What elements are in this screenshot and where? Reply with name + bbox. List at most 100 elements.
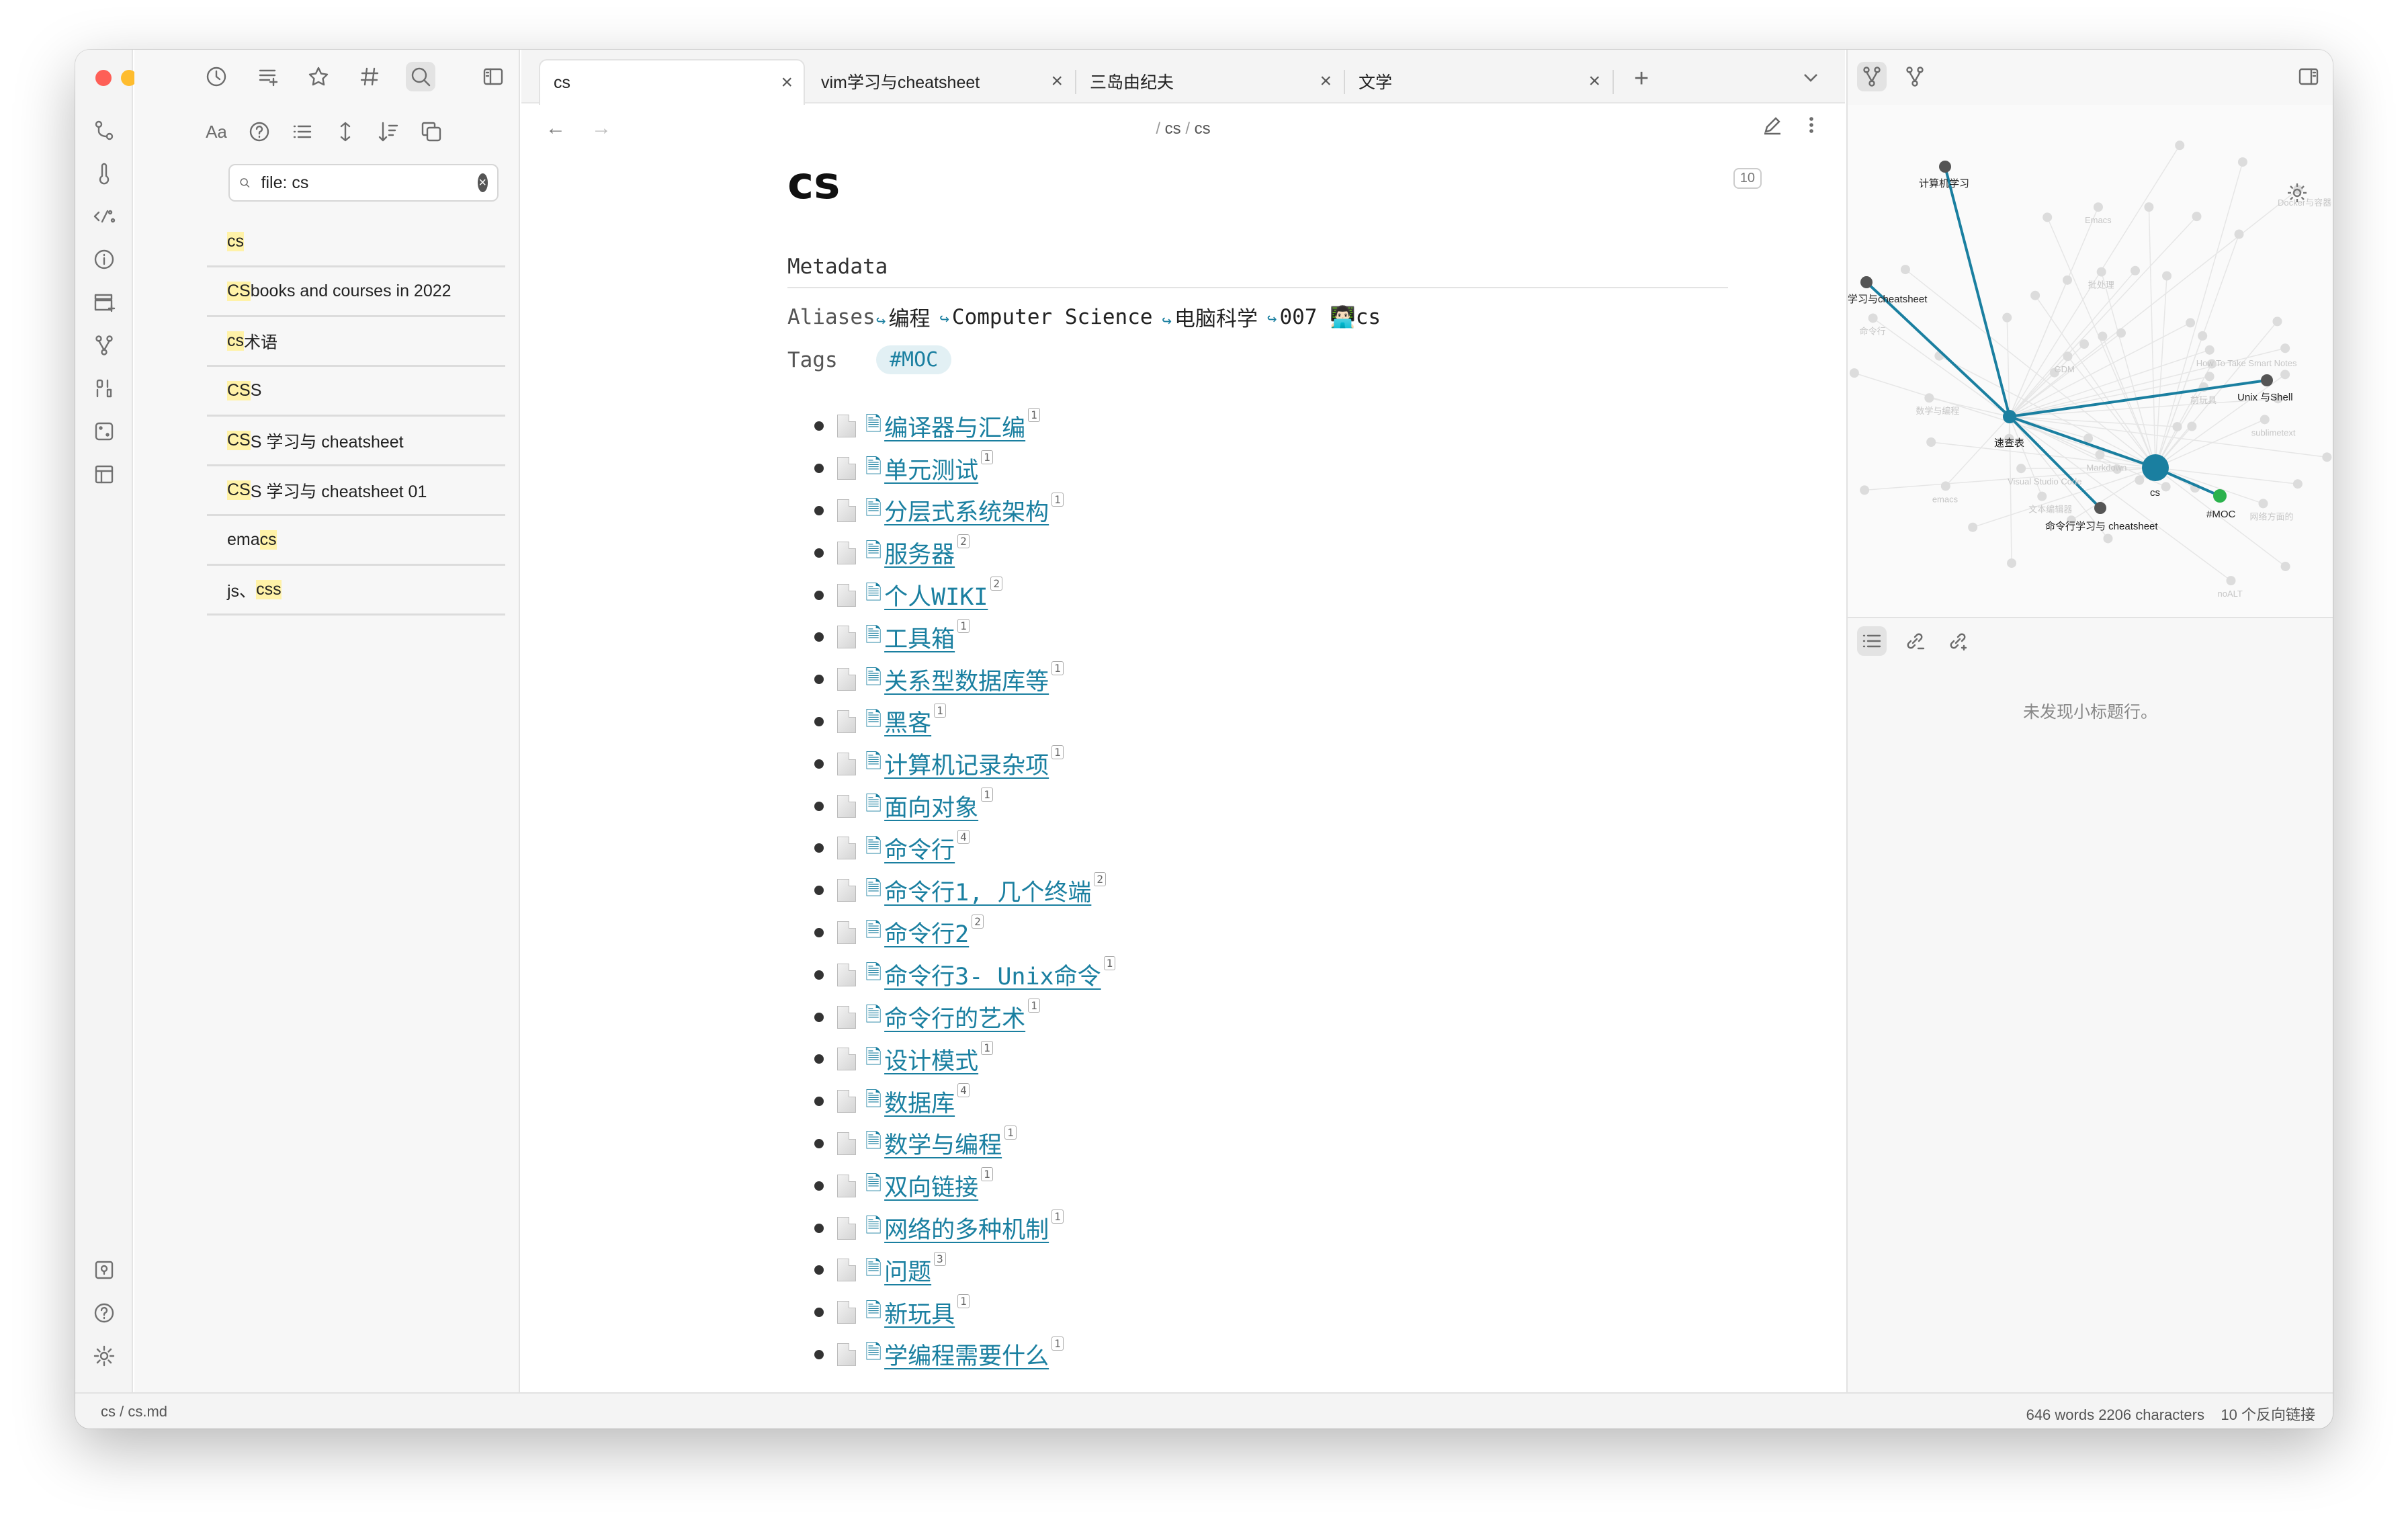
breadcrumb-file[interactable]: cs — [1195, 120, 1211, 138]
info-icon[interactable] — [91, 246, 118, 273]
graph-node-faint[interactable] — [1900, 265, 1910, 275]
alias-link[interactable]: ↪ Computer Science — [939, 305, 1152, 329]
tab-mishima[interactable]: 三岛由纪夫 × — [1076, 59, 1342, 103]
recent-list-tab[interactable] — [253, 62, 282, 91]
internal-link[interactable]: 命令行1, 几个终端 — [884, 874, 1091, 908]
alias-link[interactable]: ↪ 007 👨🏻‍💻cs — [1267, 304, 1381, 329]
graph-node-faint[interactable] — [2103, 534, 2113, 544]
close-tab-icon[interactable]: × — [781, 71, 793, 94]
local-graph-tab[interactable] — [1857, 62, 1887, 91]
internal-link[interactable]: 数学与编程 — [884, 1126, 1002, 1160]
tags-tab[interactable] — [355, 62, 384, 91]
tab-cs[interactable]: cs × — [539, 59, 805, 105]
graph-node-faint[interactable] — [1849, 368, 1859, 378]
internal-link[interactable]: 分层式系统架构 — [884, 493, 1049, 527]
graph-node[interactable] — [1939, 161, 1951, 173]
search-input[interactable] — [261, 173, 478, 193]
search-result[interactable]: cs 术语 — [207, 317, 505, 367]
show-more-context-toggle[interactable] — [331, 117, 360, 146]
graph-node-faint[interactable] — [2292, 479, 2303, 489]
close-tab-icon[interactable]: × — [1320, 70, 1332, 93]
graph-node-faint[interactable] — [2258, 499, 2268, 509]
match-case-toggle[interactable]: Aa — [202, 117, 231, 146]
internal-link[interactable]: 命令行3- Unix命令 — [884, 958, 1101, 992]
graph-node-faint[interactable] — [2186, 318, 2196, 328]
local-graph[interactable]: 计算机学习 学习与cheatsheet 速查表 cs #MOC Unix 与Sh… — [1848, 105, 2333, 618]
internal-link[interactable]: 工具箱 — [884, 620, 955, 654]
graph-node-faint[interactable] — [2280, 343, 2290, 353]
graph-node-faint[interactable] — [1868, 313, 1878, 323]
explain-search-toggle[interactable] — [245, 117, 274, 146]
internal-link[interactable]: 网络的多种机制 — [884, 1211, 1049, 1245]
graph-node-faint[interactable] — [1860, 485, 1870, 495]
layout-icon[interactable] — [91, 461, 118, 488]
graph-node-faint[interactable] — [2204, 372, 2214, 382]
internal-link[interactable]: 关系型数据库等 — [884, 663, 1049, 697]
internal-link[interactable]: 学编程需要什么 — [884, 1337, 1049, 1371]
breadcrumb-folder[interactable]: cs — [1165, 120, 1181, 138]
internal-link[interactable]: 服务器 — [884, 536, 955, 570]
graph-node[interactable] — [2003, 410, 2016, 423]
graph-node-faint[interactable] — [1924, 393, 1934, 403]
graph-node-faint[interactable] — [2131, 265, 2141, 275]
graph-node-faint[interactable] — [2226, 576, 2236, 586]
graph-node[interactable] — [2094, 502, 2106, 514]
search-result[interactable]: ema cs — [207, 516, 505, 566]
tab-list-button[interactable] — [1801, 67, 1821, 91]
internal-link[interactable]: 命令行的艺术 — [884, 1000, 1025, 1034]
tab-literature[interactable]: 文学 × — [1345, 59, 1611, 103]
help-icon[interactable] — [91, 1300, 118, 1326]
internal-link[interactable]: 计算机记录杂项 — [884, 747, 1049, 781]
graph-node-faint[interactable] — [2272, 316, 2282, 327]
settings-icon[interactable] — [91, 1343, 118, 1369]
internal-link[interactable]: 编译器与汇编 — [884, 409, 1025, 443]
branch-icon[interactable] — [91, 332, 118, 359]
sort-button[interactable] — [374, 117, 403, 146]
graph-node-faint[interactable] — [2144, 202, 2154, 212]
new-tab-button[interactable]: + — [1634, 65, 1649, 93]
add-card-icon[interactable] — [91, 289, 118, 316]
graph-node-current[interactable] — [2142, 454, 2169, 481]
graph-node-faint[interactable] — [2030, 290, 2040, 300]
collapse-results-toggle[interactable] — [288, 117, 317, 146]
vault-icon[interactable] — [91, 1257, 118, 1283]
graph-node-faint[interactable] — [2042, 212, 2053, 222]
outline-tab[interactable] — [1857, 626, 1887, 656]
bookmarks-tab[interactable] — [304, 62, 333, 91]
edit-pencil-icon[interactable] — [1762, 114, 1783, 136]
collapse-sidebar-button[interactable] — [478, 62, 508, 91]
alias-link[interactable]: ↪ 编程 — [876, 302, 930, 332]
graph-node-faint[interactable] — [2135, 475, 2145, 485]
graph-node-faint[interactable] — [2172, 422, 2182, 432]
search-result[interactable]: CS books and courses in 2022 — [207, 267, 505, 317]
graph-node-faint[interactable] — [2079, 339, 2090, 349]
internal-link[interactable]: 新玩具 — [884, 1296, 955, 1330]
search-tab[interactable] — [406, 62, 435, 91]
close-window-button[interactable] — [95, 70, 112, 86]
git-icon[interactable] — [91, 117, 118, 144]
internal-link[interactable]: 单元测试 — [884, 452, 978, 486]
internal-link[interactable]: 命令行2 — [884, 915, 969, 949]
search-result[interactable]: js、 css — [207, 566, 505, 616]
graph-node-faint[interactable] — [2002, 312, 2012, 323]
graph-node-faint[interactable] — [2260, 415, 2270, 425]
tag-moc[interactable]: #MOC — [876, 345, 952, 374]
binary-icon[interactable] — [91, 375, 118, 402]
internal-link[interactable]: 设计模式 — [884, 1042, 978, 1076]
collapse-right-sidebar-button[interactable] — [2294, 62, 2323, 91]
outgoing-links-tab[interactable] — [1943, 626, 1973, 656]
dice-icon[interactable] — [91, 418, 118, 445]
more-options-icon[interactable] — [1801, 114, 1822, 136]
graph-node-faint[interactable] — [2095, 450, 2105, 460]
tab-vim[interactable]: vim学习与cheatsheet × — [808, 59, 1074, 103]
thermometer-icon[interactable] — [91, 160, 118, 187]
graph-node-faint[interactable] — [2116, 328, 2126, 338]
graph-node-faint[interactable] — [2161, 482, 2171, 492]
graph-node-faint[interactable] — [2237, 157, 2247, 167]
graph-node[interactable] — [2261, 374, 2273, 386]
graph-node-faint[interactable] — [2063, 275, 2073, 285]
graph-node-faint[interactable] — [2093, 202, 2103, 212]
backlinks-tab[interactable] — [1900, 626, 1930, 656]
search-result[interactable]: CS S — [207, 367, 505, 417]
graph-tab-2[interactable] — [1900, 62, 1930, 91]
